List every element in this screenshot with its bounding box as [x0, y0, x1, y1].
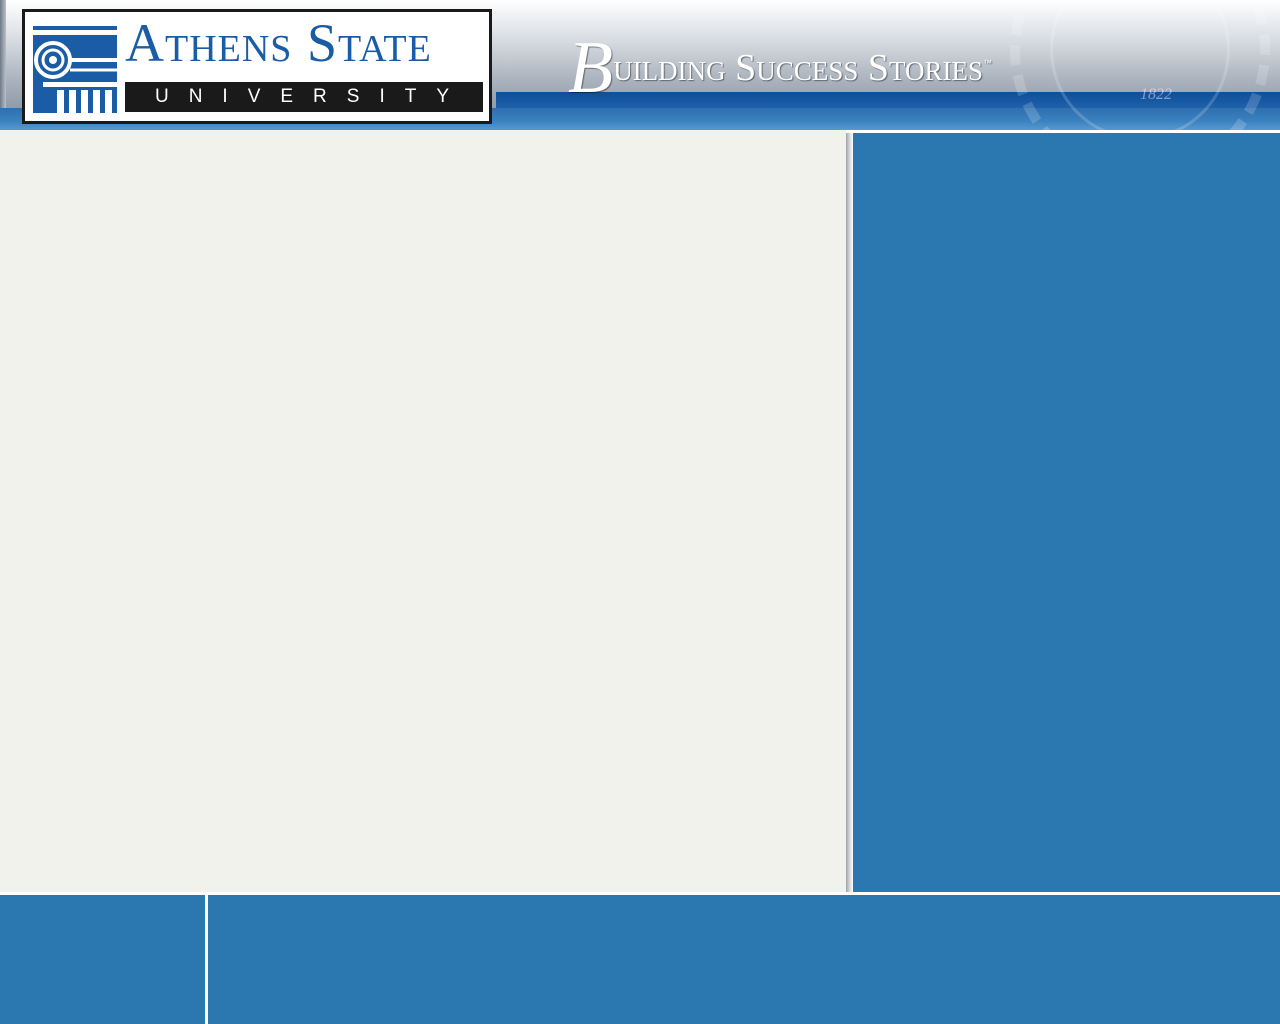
sidebar-panel: [853, 133, 1280, 892]
university-seal-icon: [1010, 0, 1270, 130]
trademark-mark: ™: [983, 58, 992, 68]
content-area: [0, 130, 846, 895]
tagline-text: uilding Success Stories: [613, 47, 983, 89]
logo-subtitle-bar: UNIVERSITY: [125, 82, 483, 112]
seal-year: 1822: [1140, 86, 1172, 103]
seal-inner-ring: [1050, 0, 1230, 130]
ionic-column-icon: [33, 20, 117, 113]
tagline-initial: B: [568, 27, 614, 109]
footer-right-panel: [208, 895, 1280, 1024]
logo-subtitle: UNIVERSITY: [154, 86, 470, 107]
tagline: Building Success Stories™: [568, 30, 992, 106]
header-banner: 1822 Athens State UNIVERSITY Building Su…: [0, 0, 1280, 130]
footer-left-panel: [0, 895, 205, 1024]
university-logo: Athens State UNIVERSITY: [22, 9, 492, 124]
slide-template: 1822 Athens State UNIVERSITY Building Su…: [0, 0, 1280, 1024]
logo-name: Athens State: [125, 13, 432, 73]
content-divider: [846, 130, 853, 895]
